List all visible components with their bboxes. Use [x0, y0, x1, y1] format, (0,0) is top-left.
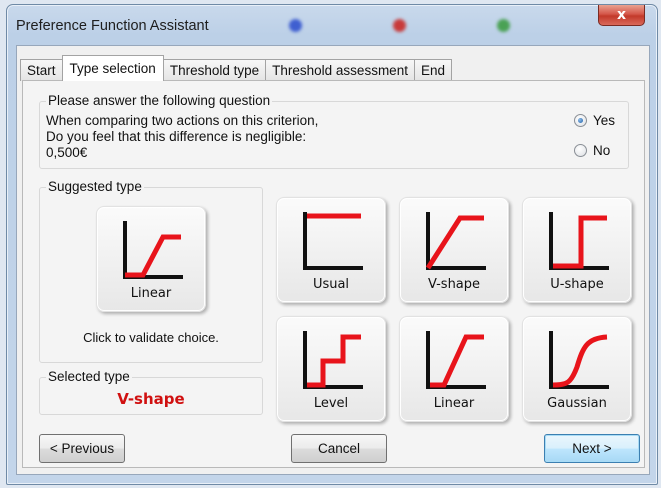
usual-curve-icon	[303, 212, 363, 270]
next-button[interactable]: Next >	[544, 434, 640, 463]
linear-curve-icon	[426, 331, 486, 389]
tab-end[interactable]: End	[413, 59, 452, 81]
type-label-linear: Linear	[433, 396, 475, 411]
suggested-type-group: Suggested type Linear Click to validate …	[39, 179, 263, 363]
validate-hint: Click to validate choice.	[83, 330, 219, 345]
radio-no-indicator[interactable]	[574, 144, 587, 157]
tab-threshold-assessment[interactable]: Threshold assessment	[265, 59, 415, 81]
question-line-1: When comparing two actions on this crite…	[46, 113, 319, 128]
type-button-level[interactable]: Level	[276, 316, 386, 422]
title-bar[interactable]: Preference Function Assistant x	[7, 5, 657, 45]
title-decoration	[393, 19, 406, 32]
tab-type-selection[interactable]: Type selection	[61, 55, 164, 81]
gaussian-curve-icon	[549, 331, 609, 389]
tab-start[interactable]: Start	[20, 59, 63, 81]
tab-threshold-type[interactable]: Threshold type	[162, 59, 267, 81]
radio-no[interactable]: No	[574, 143, 610, 158]
suggested-type-label: Linear	[130, 286, 172, 301]
v-shape-curve-icon	[425, 212, 486, 270]
radio-yes-indicator[interactable]	[574, 114, 587, 127]
window-title: Preference Function Assistant	[16, 18, 209, 34]
type-button-u-shape[interactable]: U-shape	[522, 197, 632, 303]
type-label-v-shape: V-shape	[427, 277, 481, 292]
type-label-u-shape: U-shape	[550, 277, 604, 292]
question-value: 0,500€	[46, 145, 88, 160]
u-shape-curve-icon	[549, 212, 609, 270]
previous-button[interactable]: < Previous	[39, 434, 125, 463]
type-button-linear[interactable]: Linear	[399, 316, 509, 422]
type-label-level: Level	[313, 396, 349, 411]
preference-function-assistant-window: Preference Function Assistant x Start Ty…	[6, 4, 658, 485]
type-label-usual: Usual	[312, 277, 350, 292]
cancel-button[interactable]: Cancel	[291, 434, 387, 463]
question-legend: Please answer the following question	[46, 93, 273, 108]
tab-strip: Start Type selection Threshold type Thre…	[20, 55, 452, 81]
type-label-gaussian: Gaussian	[547, 396, 607, 411]
client-area: Start Type selection Threshold type Thre…	[16, 45, 650, 475]
close-icon: x	[616, 7, 627, 23]
question-group: Please answer the following question Whe…	[39, 93, 629, 169]
type-button-v-shape[interactable]: V-shape	[399, 197, 509, 303]
radio-no-label: No	[593, 143, 611, 158]
selected-type-legend: Selected type	[46, 369, 132, 384]
type-button-usual[interactable]: Usual	[276, 197, 386, 303]
type-selection-panel: Please answer the following question Whe…	[22, 80, 645, 468]
type-button-gaussian[interactable]: Gaussian	[522, 316, 632, 422]
close-button[interactable]: x	[598, 5, 645, 26]
suggested-type-button[interactable]: Linear	[96, 206, 206, 312]
title-decoration	[497, 19, 510, 32]
question-line-2: Do you feel that this difference is negl…	[46, 129, 307, 144]
radio-yes[interactable]: Yes	[574, 113, 615, 128]
selected-type-group: Selected type V-shape	[39, 369, 263, 415]
question-text: When comparing two actions on this crite…	[46, 113, 318, 161]
title-decoration	[289, 19, 302, 32]
selected-type-value: V-shape	[117, 390, 185, 408]
radio-yes-label: Yes	[593, 113, 616, 128]
suggested-type-legend: Suggested type	[46, 179, 144, 194]
linear-curve-icon	[123, 221, 183, 279]
level-curve-icon	[303, 331, 363, 389]
